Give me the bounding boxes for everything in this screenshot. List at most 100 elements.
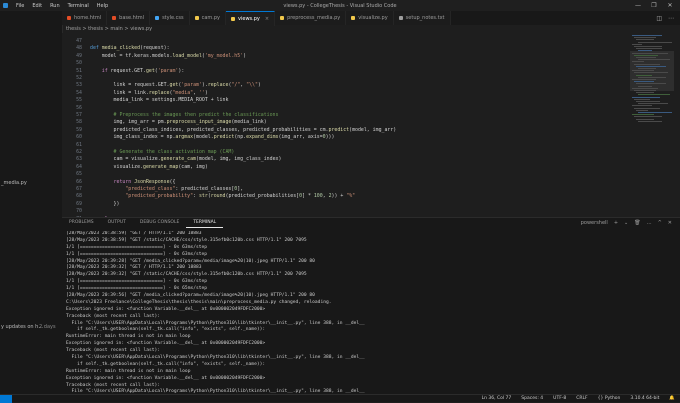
terminal-line: Traceback (most recent call last): xyxy=(66,348,161,354)
minimap-line xyxy=(638,94,670,96)
cursor-position[interactable]: Ln 36, Col 77 xyxy=(477,396,517,401)
minimap-line xyxy=(636,109,648,111)
terminal-output[interactable]: [28/May/2023 20:38:59] "GET / HTTP/1.1" … xyxy=(66,231,666,393)
menu-edit[interactable]: Edit xyxy=(28,3,46,9)
breadcrumb[interactable]: thesis > thesis > main > views.py xyxy=(62,25,680,33)
indentation[interactable]: Spaces: 4 xyxy=(516,396,548,401)
minimap-line xyxy=(638,112,672,113)
minimap-line xyxy=(638,120,662,122)
minimap-line xyxy=(632,35,662,36)
minimap-line xyxy=(638,59,670,61)
minimap-line xyxy=(634,90,656,91)
terminal-line: 1/1 [==============================] - 0… xyxy=(66,251,208,257)
explorer-sidebar: _media.py y updates on h... 2 days xyxy=(0,11,63,402)
terminal-shell-label[interactable]: powershell xyxy=(581,220,608,226)
minimap-line xyxy=(634,81,654,83)
close-tab-icon[interactable]: × xyxy=(265,16,269,22)
minimize-icon[interactable]: — xyxy=(630,0,646,11)
vscode-logo-icon xyxy=(3,3,8,8)
minimap-line xyxy=(634,98,650,100)
tab-visualize-py[interactable]: visualize.py xyxy=(346,11,394,25)
tab-label: base.html xyxy=(119,15,145,21)
encoding[interactable]: UTF-8 xyxy=(548,396,571,401)
close-icon[interactable]: ✕ xyxy=(662,0,678,11)
code-editor[interactable]: 47 48 def media_clicked(request): 49 model … xyxy=(62,33,630,217)
editor-tab-bar: home.html base.html style.css cam.py views.p… xyxy=(62,11,680,26)
tab-views-py[interactable]: views.py × xyxy=(226,11,276,26)
sidebar-file-item[interactable]: _media.py xyxy=(1,180,27,186)
tab-home-html[interactable]: home.html xyxy=(62,11,108,25)
maximize-panel-icon[interactable]: ^ xyxy=(658,220,662,226)
line-ending[interactable]: CRLF xyxy=(571,396,592,401)
trash-icon[interactable]: 🗑 xyxy=(634,220,640,226)
terminal-line: File "C:\Users\USER\AppData\Local\Progra… xyxy=(66,389,365,393)
terminal-line: RuntimeError: main thread is not in main… xyxy=(66,368,191,374)
menu-file[interactable]: File xyxy=(12,3,28,9)
file-type-icon xyxy=(351,16,356,20)
minimap-line xyxy=(636,39,654,41)
file-type-icon xyxy=(155,16,160,20)
terminal-line: [28/May/2023 20:38:59] "GET /static/CACH… xyxy=(66,237,307,243)
new-terminal-icon[interactable]: + xyxy=(614,220,618,226)
close-panel-icon[interactable]: ✕ xyxy=(668,220,672,226)
tab-style-css[interactable]: style.css xyxy=(150,11,190,25)
minimap-line xyxy=(632,43,642,45)
minimap-line xyxy=(632,105,652,107)
minimap-line xyxy=(638,76,666,78)
terminal-line: 1/1 [==============================] - 0… xyxy=(66,244,208,250)
terminal-line: Exception ignored in: <function Variable… xyxy=(66,306,266,312)
tab-base-html[interactable]: base.html xyxy=(107,11,151,25)
minimap-line xyxy=(632,61,644,63)
split-editor-icon[interactable]: ◫ xyxy=(656,15,662,22)
minimap-line xyxy=(632,70,654,72)
more-actions-icon[interactable]: … xyxy=(647,220,652,226)
minimap-line xyxy=(636,57,656,58)
minimap-line xyxy=(634,54,658,56)
file-type-icon xyxy=(231,17,236,21)
language-mode[interactable]: {} Python xyxy=(593,396,626,401)
tab-setup-notes-txt[interactable]: setup_notes.txt xyxy=(393,11,451,25)
tab-terminal[interactable]: TERMINAL xyxy=(186,218,224,228)
terminal-line: C:\Users\2023 Freelance\CollegeThesis\th… xyxy=(66,299,332,305)
minimap-line xyxy=(632,79,656,80)
notifications-icon[interactable]: 🔔 xyxy=(664,396,680,401)
minimap-line xyxy=(638,41,672,43)
tab-label: preprocess_media.py xyxy=(287,15,341,21)
tab-label: views.py xyxy=(238,16,260,22)
terminal-line: Exception ignored in: <function Variable… xyxy=(66,375,266,381)
status-bar: Ln 36, Col 77 Spaces: 4 UTF-8 CRLF {} Py… xyxy=(0,394,680,403)
menu-run[interactable]: Run xyxy=(46,3,64,9)
minimap-line xyxy=(632,52,668,54)
tab-problems[interactable]: PROBLEMS xyxy=(62,218,101,228)
menu-help[interactable]: Help xyxy=(93,3,112,9)
minimap-line xyxy=(636,101,660,102)
maximize-icon[interactable]: ❐ xyxy=(646,0,662,11)
terminal-dropdown-icon[interactable]: ⌄ xyxy=(624,220,628,226)
tab-label: cam.py xyxy=(201,15,221,21)
minimap-line xyxy=(636,48,662,50)
file-type-icon xyxy=(280,16,285,20)
tab-debug-console[interactable]: DEBUG CONSOLE xyxy=(133,218,186,228)
minimap-line xyxy=(638,68,656,69)
minimap[interactable] xyxy=(630,33,674,217)
panel-tab-bar: PROBLEMS OUTPUT DEBUG CONSOLE TERMINAL p… xyxy=(62,218,680,228)
tab-label: style.css xyxy=(162,15,184,21)
minimap-line xyxy=(636,74,652,76)
menu-terminal[interactable]: Terminal xyxy=(64,3,93,9)
file-type-icon xyxy=(112,16,117,20)
sidebar-timeline-item[interactable]: y updates on h... xyxy=(1,324,43,330)
minimap-line xyxy=(634,116,662,118)
tab-cam-py[interactable]: cam.py xyxy=(189,11,227,25)
terminal-line: [28/May/2023 20:38:59] "GET / HTTP/1.1" … xyxy=(66,231,202,236)
terminal-line: if self._tk.getboolean(self._tk.call("in… xyxy=(66,361,266,367)
bottom-panel: PROBLEMS OUTPUT DEBUG CONSOLE TERMINAL p… xyxy=(62,217,680,395)
minimap-line xyxy=(636,65,666,67)
file-type-icon xyxy=(398,16,403,20)
python-interpreter[interactable]: 3.10.4 64-bit xyxy=(625,396,664,401)
tab-label: visualize.py xyxy=(358,15,388,21)
sidebar-timeline-date: 2 days xyxy=(39,324,56,330)
minimap-line xyxy=(638,85,652,87)
tab-preprocess-media-py[interactable]: preprocess_media.py xyxy=(275,11,347,25)
tab-output[interactable]: OUTPUT xyxy=(101,218,133,228)
more-actions-icon[interactable]: ⋯ xyxy=(668,15,674,22)
